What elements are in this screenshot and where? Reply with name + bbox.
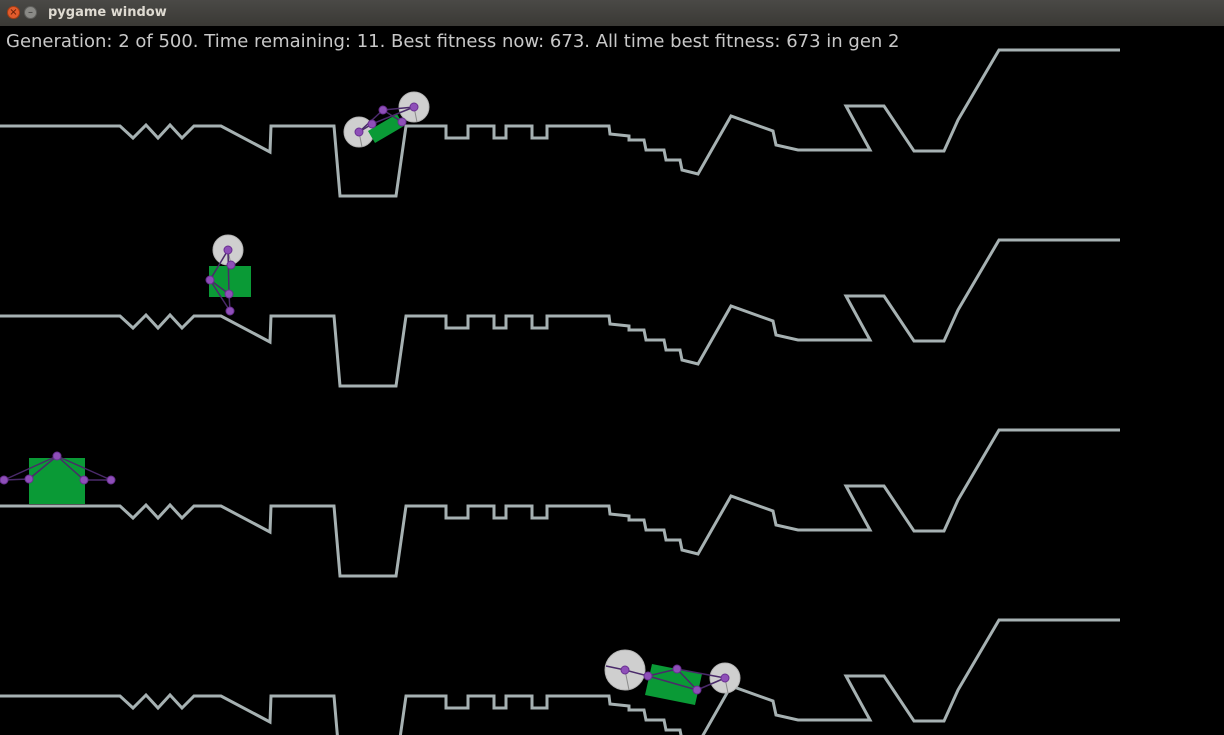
car-1-joint-e (409, 102, 419, 112)
window-minimize-button[interactable]: – (24, 6, 37, 19)
car-2-spring-d (227, 249, 230, 295)
car-4-joint-d (692, 685, 702, 695)
car-1-joint-b (367, 119, 377, 129)
window-close-button[interactable]: × (7, 6, 20, 19)
car-1-joint-a (354, 127, 364, 137)
car-3-joint-a (0, 475, 9, 485)
canvas-background (0, 26, 1224, 735)
car-2-joint-b (226, 260, 236, 270)
window-title: pygame window (48, 5, 167, 20)
game-canvas: Generation: 2 of 500. Time remaining: 11… (0, 26, 1224, 735)
car-4-joint-a (620, 665, 630, 675)
car-3-joint-d (79, 475, 89, 485)
car-1-joint-d (397, 117, 407, 127)
car-3-joint-b (24, 474, 34, 484)
car-2-joint-e (225, 306, 235, 316)
car-2-joint-c (205, 275, 215, 285)
car-4-joint-c (672, 664, 682, 674)
car-4-joint-b (643, 671, 653, 681)
car-3-joint-c (52, 451, 62, 461)
car-2-joint-d (224, 289, 234, 299)
car-3-joint-e (106, 475, 116, 485)
car-2-joint-a (223, 245, 233, 255)
car-1-joint-c (378, 105, 388, 115)
car-4-joint-e (720, 673, 730, 683)
window-titlebar: × – pygame window (0, 0, 1224, 27)
status-readout: Generation: 2 of 500. Time remaining: 11… (6, 31, 900, 52)
